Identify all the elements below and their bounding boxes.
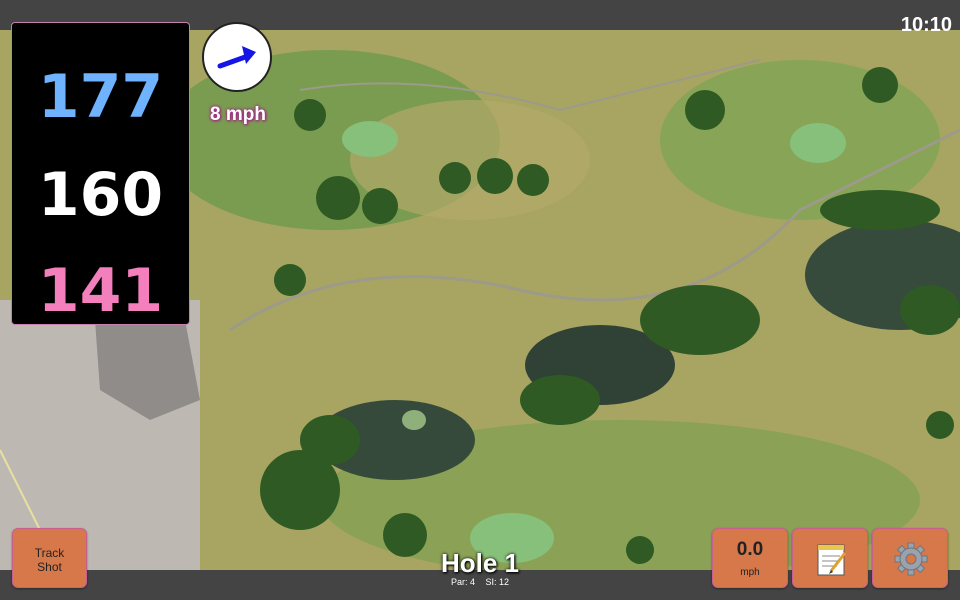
settings-button[interactable] [872,528,948,588]
wind-arrow-icon [217,46,256,69]
wind-speed-unit: mph [740,567,760,578]
track-shot-label-line1: Track [34,546,65,560]
hole-title: Hole 1 [440,548,520,578]
wind-direction-dial [202,22,272,92]
distance-panel: 177 160 141 [11,22,190,325]
hole-info: Par: 4 SI: 12 [380,577,580,587]
wind-speed-value: 0.0 [736,539,764,560]
clock: 10:10 [900,14,952,36]
notepad-icon [817,544,847,576]
distance-front: 141 [37,256,164,326]
gear-icon [894,542,928,576]
notes-button[interactable] [792,528,868,588]
track-shot-label-line2: Shot [37,560,62,574]
distance-middle: 160 [37,160,164,230]
track-shot-button[interactable]: Track Shot [12,528,87,588]
hole-stroke-index: SI: 12 [485,577,510,587]
wind-speed-label: 8 mph [210,104,266,125]
hole-par: Par: 4 [450,577,475,587]
distance-back: 177 [37,62,164,132]
wind-speed-button[interactable]: 0.0 mph [712,528,788,588]
